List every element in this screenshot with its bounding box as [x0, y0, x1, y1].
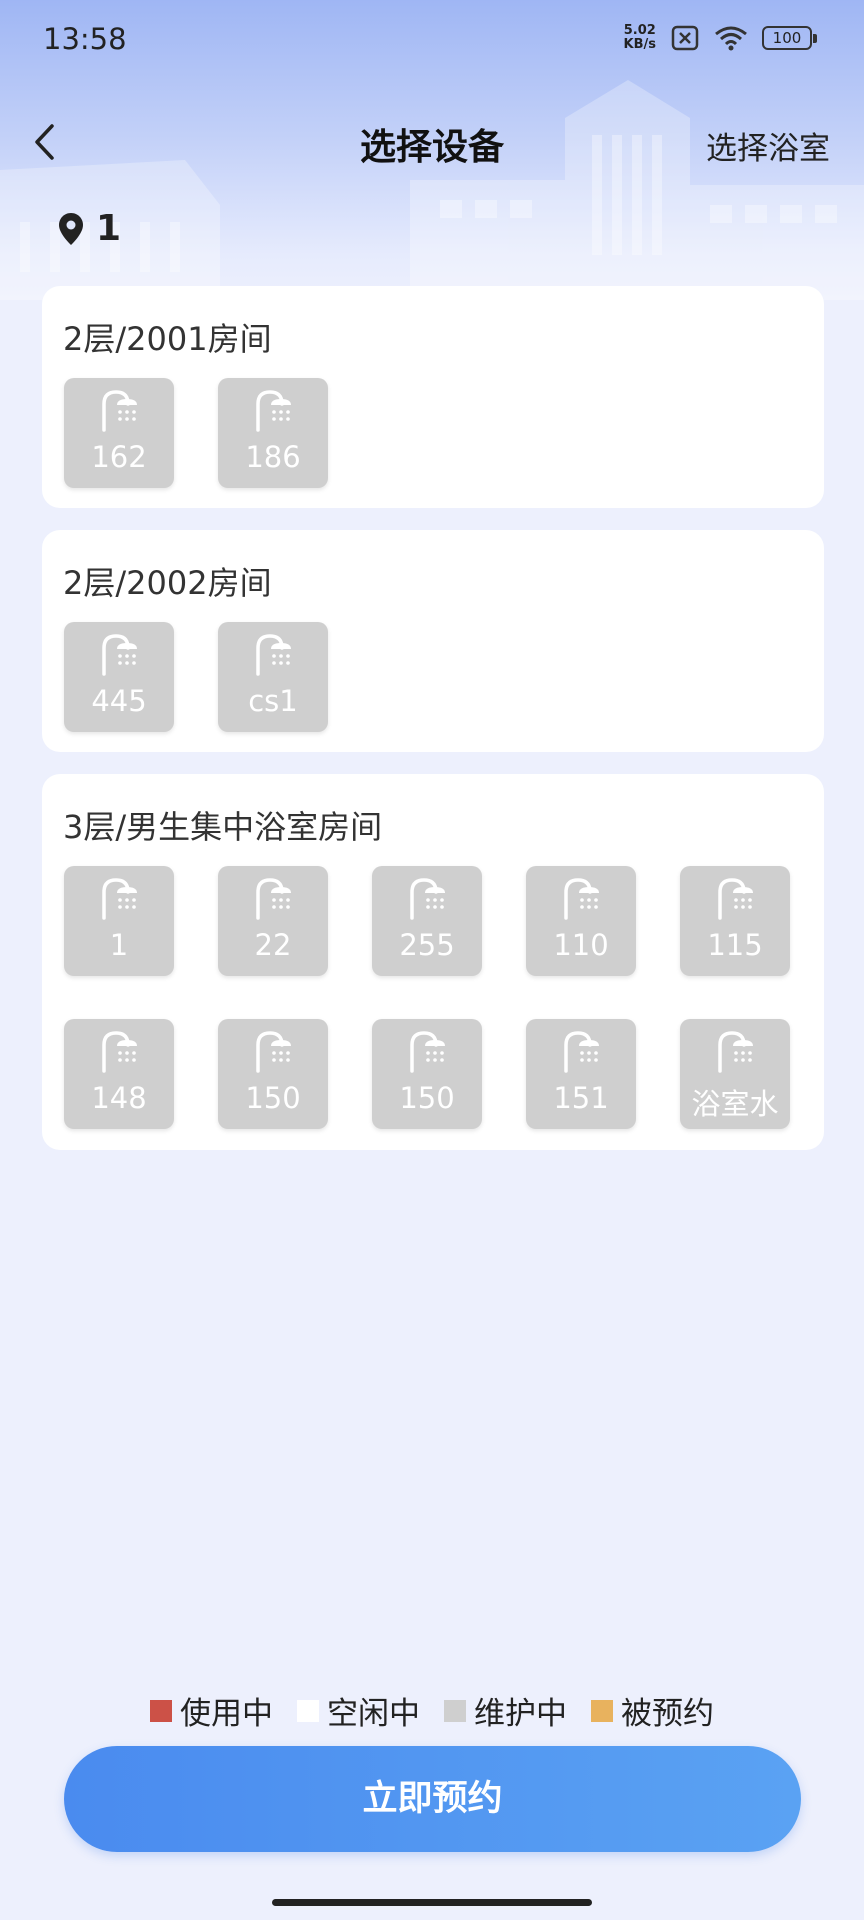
legend-item-maintenance: 维护中: [444, 1688, 567, 1733]
select-bathroom-button[interactable]: 选择浴室: [706, 123, 830, 168]
device-tile[interactable]: 445: [64, 622, 174, 732]
battery-indicator: 100: [762, 26, 817, 50]
device-label: 110: [553, 928, 609, 962]
legend-label: 维护中: [474, 1696, 567, 1732]
legend-swatch: [444, 1699, 466, 1722]
device-label: 148: [91, 1081, 147, 1115]
legend-label: 空闲中: [327, 1696, 420, 1732]
home-indicator[interactable]: [272, 1899, 592, 1906]
device-label: cs1: [248, 684, 298, 718]
room-card: 2层/2002房间 445 cs1: [42, 530, 824, 752]
network-speed: 5.02 KB/s: [624, 24, 656, 52]
shower-icon: [102, 634, 137, 676]
device-tile[interactable]: cs1: [218, 622, 328, 732]
legend-label: 被预约: [621, 1696, 714, 1732]
device-label: 151: [553, 1081, 609, 1115]
network-speed-value: 5.02: [623, 23, 656, 38]
device-label: 22: [254, 928, 292, 962]
device-label: 445: [91, 684, 147, 718]
status-legend: 使用中 空闲中 维护中 被预约: [0, 1688, 864, 1733]
shower-icon: [256, 878, 291, 920]
location-indicator: 1: [58, 208, 121, 249]
shower-icon: [410, 878, 445, 920]
device-tile[interactable]: 150: [218, 1019, 328, 1129]
network-speed-unit: KB/s: [623, 37, 656, 52]
device-tile[interactable]: 255: [372, 866, 482, 976]
device-label: 162: [91, 440, 147, 474]
shower-icon: [410, 1031, 445, 1073]
room-title: 3层/男生集中浴室房间: [63, 808, 383, 846]
device-tile[interactable]: 110: [526, 866, 636, 976]
device-label: 150: [399, 1081, 455, 1115]
device-label: 1: [109, 928, 129, 962]
device-tile[interactable]: 22: [218, 866, 328, 976]
location-text: 1: [96, 208, 122, 249]
device-label: 186: [245, 440, 301, 474]
shower-icon: [256, 1031, 291, 1073]
status-bar: 13:58 5.02 KB/s 100: [0, 0, 864, 80]
device-tile[interactable]: 浴室水: [680, 1019, 790, 1129]
shower-icon: [564, 1031, 599, 1073]
device-tile[interactable]: 150: [372, 1019, 482, 1129]
legend-item-in-use: 使用中: [150, 1688, 273, 1733]
legend-item-reserved: 被预约: [591, 1688, 714, 1733]
status-icons: 5.02 KB/s 100: [624, 24, 817, 52]
shower-icon: [256, 390, 291, 432]
device-label: 150: [245, 1081, 301, 1115]
device-tile[interactable]: 115: [680, 866, 790, 976]
reserve-now-button[interactable]: 立即预约: [64, 1746, 801, 1852]
room-card: 2层/2001房间 162 186: [42, 286, 824, 508]
shower-icon: [102, 1031, 137, 1073]
device-label: 115: [707, 928, 763, 962]
legend-item-idle: 空闲中: [297, 1688, 420, 1733]
device-label: 浴室水: [691, 1087, 779, 1121]
shower-icon: [256, 634, 291, 676]
shower-icon: [564, 878, 599, 920]
status-time: 13:58: [43, 22, 127, 56]
shower-icon: [718, 878, 753, 920]
legend-swatch: [591, 1699, 613, 1722]
room-title: 2层/2002房间: [63, 564, 272, 602]
shower-icon: [718, 1031, 753, 1073]
device-label: 255: [399, 928, 455, 962]
shower-icon: [102, 878, 137, 920]
device-tile[interactable]: 186: [218, 378, 328, 488]
sim-disabled-icon: [671, 25, 699, 51]
device-tile[interactable]: 148: [64, 1019, 174, 1129]
legend-label: 使用中: [180, 1696, 273, 1732]
shower-icon: [102, 390, 137, 432]
wifi-icon: [715, 26, 747, 51]
device-tile[interactable]: 151: [526, 1019, 636, 1129]
room-title: 2层/2001房间: [63, 320, 272, 358]
legend-swatch: [297, 1699, 319, 1722]
device-tile[interactable]: 162: [64, 378, 174, 488]
room-card: 3层/男生集中浴室房间 1 22 255 110 115 148 150 150…: [42, 774, 824, 1150]
device-tile[interactable]: 1: [64, 866, 174, 976]
legend-swatch: [150, 1699, 172, 1722]
map-pin-icon: [59, 212, 83, 245]
